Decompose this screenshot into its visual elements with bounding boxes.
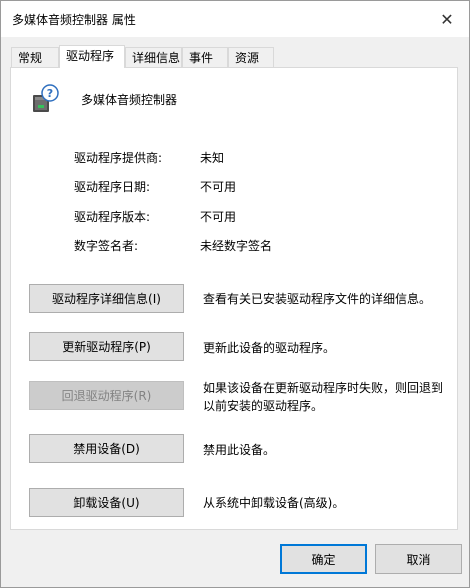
close-icon: ✕ — [440, 9, 454, 29]
tab-resources[interactable]: 资源 — [228, 47, 274, 67]
cancel-button[interactable]: 取消 — [375, 544, 462, 574]
tab-details[interactable]: 详细信息 — [125, 47, 182, 67]
update-driver-description: 更新此设备的驱动程序。 — [203, 341, 336, 355]
unknown-device-icon: ? — [33, 84, 59, 112]
update-driver-button[interactable]: 更新驱动程序(P) — [29, 332, 184, 361]
title-bar: 多媒体音频控制器 属性 ✕ — [1, 1, 469, 37]
close-button[interactable]: ✕ — [425, 1, 469, 37]
provider-value: 未知 — [200, 151, 225, 165]
window-title: 多媒体音频控制器 属性 — [12, 13, 136, 27]
version-value: 不可用 — [200, 210, 237, 224]
tab-events[interactable]: 事件 — [182, 47, 228, 67]
tab-general[interactable]: 常规 — [11, 47, 59, 67]
uninstall-device-button[interactable]: 卸载设备(U) — [29, 488, 184, 517]
driver-details-button[interactable]: 驱动程序详细信息(I) — [29, 284, 184, 313]
device-name: 多媒体音频控制器 — [81, 93, 178, 107]
date-label: 驱动程序日期: — [74, 180, 151, 194]
disable-device-button[interactable]: 禁用设备(D) — [29, 434, 184, 463]
roll-back-driver-button: 回退驱动程序(R) — [29, 381, 184, 410]
uninstall-device-description: 从系统中卸载设备(高级)。 — [203, 496, 345, 510]
tab-driver[interactable]: 驱动程序 — [59, 45, 125, 68]
driver-details-description: 查看有关已安装驱动程序文件的详细信息。 — [203, 292, 432, 306]
svg-text:?: ? — [47, 87, 53, 100]
version-label: 驱动程序版本: — [74, 210, 151, 224]
date-value: 不可用 — [200, 180, 237, 194]
ok-button[interactable]: 确定 — [280, 544, 367, 574]
properties-dialog: 多媒体音频控制器 属性 ✕ 常规 驱动程序 详细信息 事件 资源 ? 多媒体音频… — [0, 0, 470, 588]
driver-panel: ? 多媒体音频控制器 驱动程序提供商: 未知 驱动程序日期: 不可用 驱动程序版… — [10, 67, 458, 530]
provider-label: 驱动程序提供商: — [74, 151, 163, 165]
signer-label: 数字签名者: — [74, 239, 139, 253]
disable-device-description: 禁用此设备。 — [203, 443, 276, 457]
roll-back-driver-description: 如果该设备在更新驱动程序时失败，则回退到以前安装的驱动程序。 — [203, 381, 444, 413]
signer-value: 未经数字签名 — [200, 239, 273, 253]
